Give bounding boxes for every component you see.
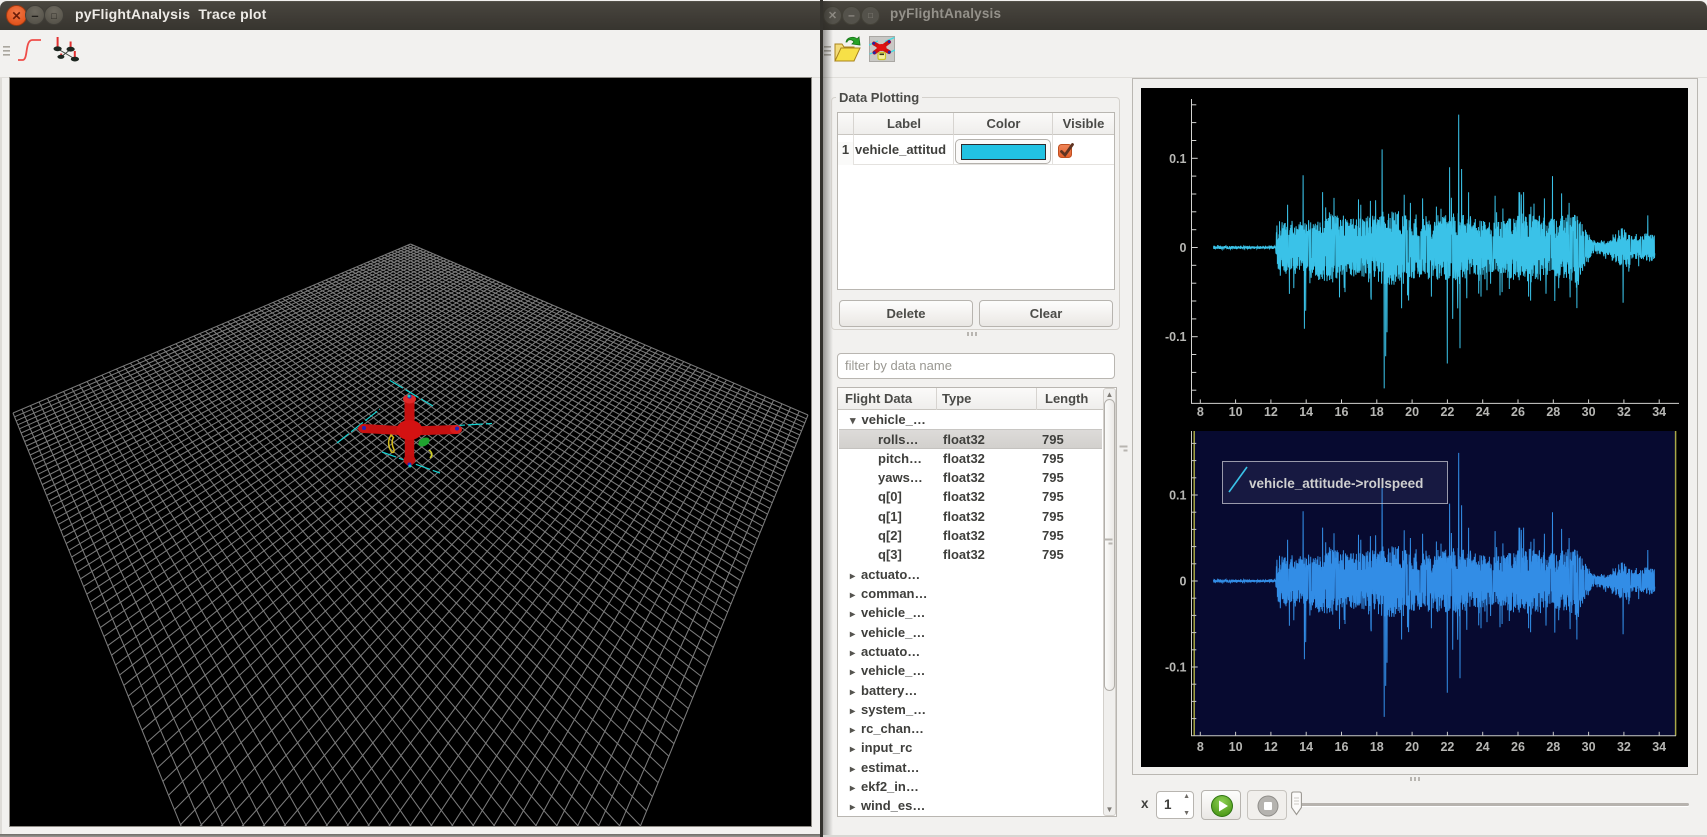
svg-text:0: 0 bbox=[1180, 241, 1187, 255]
svg-text:14: 14 bbox=[1299, 405, 1313, 419]
svg-text:24: 24 bbox=[1476, 740, 1490, 754]
svg-text:32: 32 bbox=[1617, 740, 1631, 754]
svg-text:16: 16 bbox=[1335, 405, 1349, 419]
svg-text:0: 0 bbox=[1180, 575, 1187, 589]
svg-text:26: 26 bbox=[1511, 405, 1525, 419]
svg-text:20: 20 bbox=[1405, 405, 1419, 419]
svg-text:0.1: 0.1 bbox=[1169, 489, 1186, 503]
svg-text:34: 34 bbox=[1652, 405, 1666, 419]
svg-text:22: 22 bbox=[1440, 740, 1454, 754]
svg-text:10: 10 bbox=[1229, 405, 1243, 419]
svg-text:-0.1: -0.1 bbox=[1165, 661, 1187, 675]
svg-text:34: 34 bbox=[1652, 740, 1666, 754]
svg-text:28: 28 bbox=[1546, 740, 1560, 754]
svg-text:0.1: 0.1 bbox=[1169, 152, 1186, 166]
svg-text:12: 12 bbox=[1264, 405, 1278, 419]
svg-text:20: 20 bbox=[1405, 740, 1419, 754]
svg-text:28: 28 bbox=[1546, 405, 1560, 419]
svg-text:10: 10 bbox=[1229, 740, 1243, 754]
svg-text:18: 18 bbox=[1370, 405, 1384, 419]
svg-text:18: 18 bbox=[1370, 740, 1384, 754]
svg-text:30: 30 bbox=[1582, 740, 1596, 754]
svg-text:16: 16 bbox=[1335, 740, 1349, 754]
svg-text:32: 32 bbox=[1617, 405, 1631, 419]
svg-text:12: 12 bbox=[1264, 740, 1278, 754]
svg-text:24: 24 bbox=[1476, 405, 1490, 419]
svg-text:26: 26 bbox=[1511, 740, 1525, 754]
svg-text:30: 30 bbox=[1582, 405, 1596, 419]
svg-text:14: 14 bbox=[1299, 740, 1313, 754]
svg-text:8: 8 bbox=[1197, 405, 1204, 419]
svg-text:22: 22 bbox=[1440, 405, 1454, 419]
svg-text:vehicle_attitude->rollspeed: vehicle_attitude->rollspeed bbox=[1249, 476, 1423, 491]
svg-text:8: 8 bbox=[1197, 740, 1204, 754]
svg-text:-0.1: -0.1 bbox=[1165, 330, 1187, 344]
